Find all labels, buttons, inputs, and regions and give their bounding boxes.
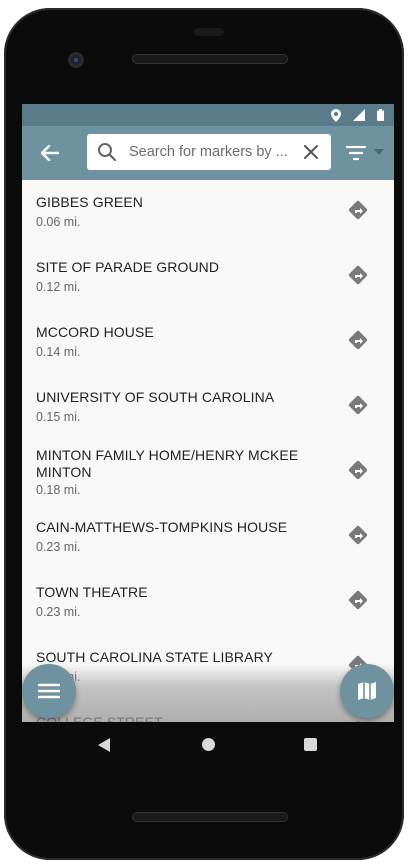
clear-search-button[interactable] (301, 142, 321, 162)
search-icon (98, 143, 117, 162)
app-screen: GIBBES GREEN 0.06 mi. SITE OF PARADE GRO… (22, 104, 394, 722)
menu-icon (38, 683, 60, 699)
map-icon (358, 682, 376, 700)
directions-icon[interactable] (348, 200, 368, 220)
earpiece-speaker (132, 54, 288, 64)
marker-name: CAIN-MATTHEWS-TOMPKINS HOUSE (36, 519, 288, 535)
android-nav-bar (22, 722, 394, 766)
marker-distance: 0.06 mi. (36, 215, 81, 229)
marker-list: GIBBES GREEN 0.06 mi. SITE OF PARADE GRO… (22, 180, 394, 722)
marker-name: SOUTH CAROLINA STATE LIBRARY (36, 649, 273, 665)
directions-icon[interactable] (348, 525, 368, 545)
search-input[interactable] (129, 144, 289, 160)
marker-name: COLLEGE STREET (36, 714, 163, 722)
back-button[interactable] (30, 133, 70, 173)
marker-name: GIBBES GREEN (36, 194, 144, 210)
list-item[interactable]: MINTON FAMILY HOME/HENRY MCKEE MINTON 0.… (22, 440, 394, 505)
phone-sensor (194, 28, 224, 36)
marker-distance: 0.23 mi. (36, 605, 81, 619)
nav-recents-button[interactable] (304, 738, 317, 751)
marker-distance: 0.15 mi. (36, 410, 81, 424)
map-view-button[interactable] (340, 664, 394, 718)
marker-distance: 0.23 mi. (36, 540, 81, 554)
back-arrow-icon (41, 145, 59, 161)
nav-back-button[interactable] (98, 738, 110, 752)
list-item[interactable]: COLLEGE STREET (22, 700, 394, 722)
app-bar (22, 126, 394, 180)
marker-name: MCCORD HOUSE (36, 324, 154, 340)
marker-name: SITE OF PARADE GROUND (36, 259, 220, 275)
list-item[interactable]: UNIVERSITY OF SOUTH CAROLINA 0.15 mi. (22, 375, 394, 440)
list-item[interactable]: SITE OF PARADE GROUND 0.12 mi. (22, 245, 394, 310)
list-item[interactable]: SOUTH CAROLINA STATE LIBRARY 0.23 mi. (22, 635, 394, 700)
directions-icon[interactable] (348, 265, 368, 285)
directions-icon[interactable] (348, 330, 368, 350)
battery-icon (377, 109, 384, 121)
filter-icon[interactable] (344, 141, 368, 165)
directions-icon[interactable] (348, 460, 368, 480)
marker-name: MINTON FAMILY HOME/HENRY MCKEE MINTON (36, 447, 299, 480)
marker-name: TOWN THEATRE (36, 584, 148, 600)
marker-distance: 0.14 mi. (36, 345, 81, 359)
directions-icon[interactable] (348, 395, 368, 415)
marker-distance: 0.12 mi. (36, 280, 81, 294)
bottom-speaker (132, 812, 288, 822)
chevron-down-icon[interactable] (374, 149, 384, 155)
list-item[interactable]: TOWN THEATRE 0.23 mi. (22, 570, 394, 635)
list-item[interactable]: GIBBES GREEN 0.06 mi. (22, 180, 394, 245)
location-icon (331, 108, 341, 122)
marker-distance: 0.18 mi. (36, 483, 81, 497)
list-item[interactable]: MCCORD HOUSE 0.14 mi. (22, 310, 394, 375)
search-box (87, 134, 331, 170)
front-camera (68, 52, 84, 68)
directions-icon[interactable] (348, 590, 368, 610)
marker-name: UNIVERSITY OF SOUTH CAROLINA (36, 389, 275, 405)
list-item[interactable]: CAIN-MATTHEWS-TOMPKINS HOUSE 0.23 mi. (22, 505, 394, 570)
menu-button[interactable] (22, 664, 76, 718)
nav-home-button[interactable] (202, 738, 215, 751)
status-bar (22, 104, 394, 126)
signal-icon (353, 109, 365, 121)
